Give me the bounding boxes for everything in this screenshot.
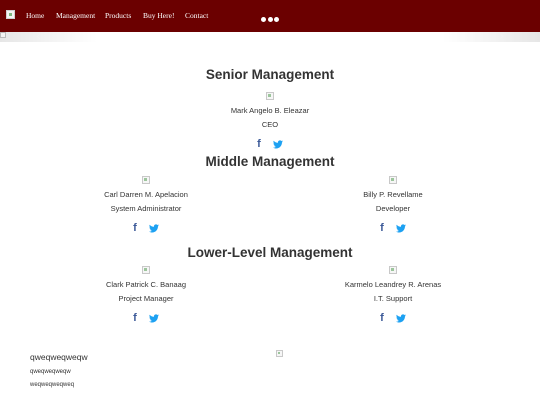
footer-heading: qweqweqweqw xyxy=(30,352,88,362)
member-name: Karmelo Leandrey R. Arenas xyxy=(344,280,442,289)
member-photo xyxy=(142,266,150,274)
member-card: Clark Patrick C. Banaag Project Manager … xyxy=(56,266,236,324)
carousel: ‹ › xyxy=(0,29,540,43)
member-role: I.T. Support xyxy=(373,294,413,303)
social-links: f xyxy=(180,139,360,150)
member-role: Developer xyxy=(375,204,411,213)
member-card: Billy P. Revellame Developer f xyxy=(303,176,483,234)
member-role: System Administrator xyxy=(110,204,182,213)
member-name: Mark Angelo B. Eleazar xyxy=(230,106,310,115)
member-name: Clark Patrick C. Banaag xyxy=(105,280,187,289)
nav-home[interactable]: Home xyxy=(26,11,44,20)
facebook-icon[interactable]: f xyxy=(133,223,137,234)
member-name: Carl Darren M. Apelacion xyxy=(104,190,188,199)
twitter-icon[interactable] xyxy=(148,223,159,233)
twitter-icon[interactable] xyxy=(272,139,283,149)
facebook-icon[interactable]: f xyxy=(380,223,384,234)
twitter-icon[interactable] xyxy=(395,313,406,323)
twitter-icon[interactable] xyxy=(395,223,406,233)
footer-line: weqweqweqweq xyxy=(30,382,75,388)
member-card: Carl Darren M. Apelacion System Administ… xyxy=(56,176,236,234)
social-links: f xyxy=(56,223,236,234)
facebook-icon[interactable]: f xyxy=(257,139,261,150)
footer-line: qweqweqweqw xyxy=(30,369,71,375)
facebook-icon[interactable]: f xyxy=(380,313,384,324)
footer-info: qweqweqweqw qweqweqweqw weqweqweqweq xyxy=(30,352,88,388)
social-links: f xyxy=(303,313,483,324)
member-card: Mark Angelo B. Eleazar CEO f xyxy=(180,92,360,150)
footer-image xyxy=(276,350,283,357)
carousel-image xyxy=(0,32,6,38)
member-photo xyxy=(389,176,397,184)
twitter-icon[interactable] xyxy=(148,313,159,323)
senior-management-title: Senior Management xyxy=(205,67,335,82)
lower-management-title: Lower-Level Management xyxy=(187,245,353,260)
social-links: f xyxy=(56,313,236,324)
facebook-icon[interactable]: f xyxy=(133,313,137,324)
carousel-prev-icon[interactable]: ‹ xyxy=(36,29,41,43)
middle-management-title: Middle Management xyxy=(205,154,335,169)
member-photo xyxy=(389,266,397,274)
nav-products[interactable]: Products xyxy=(105,11,131,20)
member-name: Billy P. Revellame xyxy=(363,190,423,199)
member-role: CEO xyxy=(261,120,279,129)
carousel-next-icon[interactable]: › xyxy=(499,29,504,43)
nav-management[interactable]: Management xyxy=(56,11,95,20)
member-photo xyxy=(142,176,150,184)
logo-image[interactable] xyxy=(6,10,15,19)
nav-contact[interactable]: Contact xyxy=(185,11,208,20)
member-card: Karmelo Leandrey R. Arenas I.T. Support … xyxy=(303,266,483,324)
navbar: Home Management Products Buy Here! Conta… xyxy=(0,0,540,32)
member-role: Project Manager xyxy=(118,294,174,303)
member-photo xyxy=(266,92,274,100)
nav-buy-here[interactable]: Buy Here! xyxy=(143,11,174,20)
more-dots-icon[interactable] xyxy=(261,17,279,22)
social-links: f xyxy=(303,223,483,234)
